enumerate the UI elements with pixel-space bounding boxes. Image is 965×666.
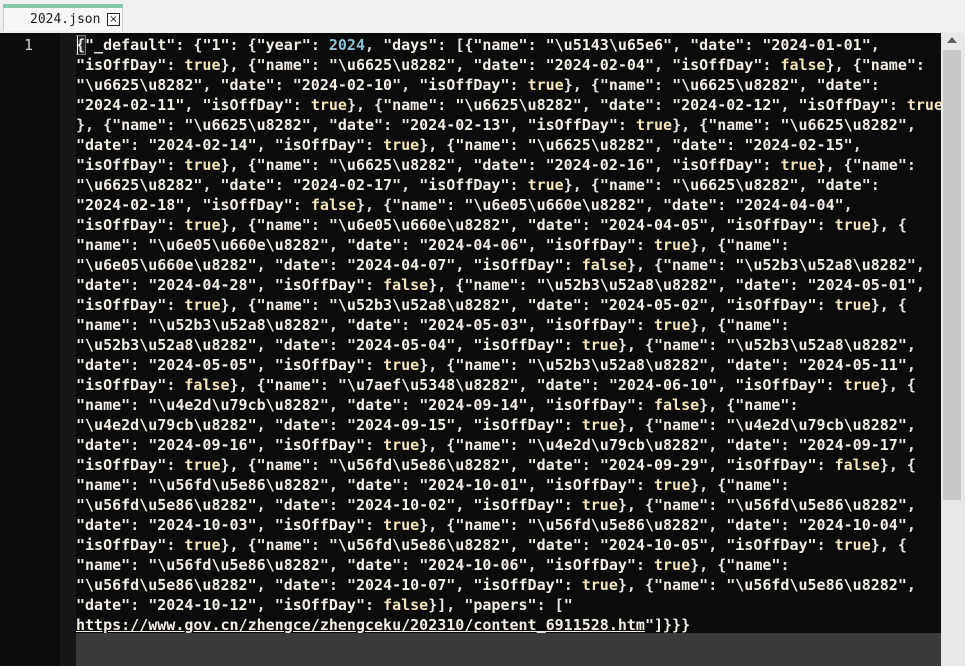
code-line[interactable]: "\u6625\u8282", "date": "2024-02-17", "i… (76, 175, 941, 195)
code-line[interactable]: "isOffDay": true}, {"name": "\u6625\u828… (76, 55, 941, 75)
code-line[interactable]: "isOffDay": true}, {"name": "\u6e05\u660… (76, 215, 941, 235)
code-line[interactable]: {"_default": {"1": {"year": 2024, "days"… (76, 35, 941, 55)
code-line[interactable]: "2024-02-18", "isOffDay": false}, {"name… (76, 195, 941, 215)
close-tab-icon[interactable]: × (107, 13, 120, 26)
fold-margin (60, 33, 76, 666)
code-line[interactable]: "isOffDay": true}, {"name": "\u56fd\u5e8… (76, 535, 941, 555)
code-line[interactable]: "name": "\u52b3\u52a8\u8282", "date": "2… (76, 315, 941, 335)
code-line[interactable]: "\u52b3\u52a8\u8282", "date": "2024-05-0… (76, 335, 941, 355)
code-line[interactable]: "date": "2024-09-16", "isOffDay": true},… (76, 435, 941, 455)
code-line[interactable]: "isOffDay": false}, {"name": "\u7aef\u53… (76, 375, 941, 395)
code-line[interactable]: "name": "\u6e05\u660e\u8282", "date": "2… (76, 235, 941, 255)
code-line[interactable]: https://www.gov.cn/zhengce/zhengceku/202… (76, 615, 941, 633)
code-line[interactable]: "date": "2024-02-14", "isOffDay": true},… (76, 135, 941, 155)
editor-empty-area[interactable] (76, 633, 941, 666)
code-line[interactable]: "isOffDay": true}, {"name": "\u52b3\u52a… (76, 295, 941, 315)
code-line[interactable]: "date": "2024-04-28", "isOffDay": false}… (76, 275, 941, 295)
code-line[interactable]: "\u56fd\u5e86\u8282", "date": "2024-10-0… (76, 495, 941, 515)
text-caret (77, 36, 78, 54)
code-line[interactable]: "name": "\u56fd\u5e86\u8282", "date": "2… (76, 475, 941, 495)
code-line[interactable]: "date": "2024-10-12", "isOffDay": false}… (76, 595, 941, 615)
code-line[interactable]: "\u6e05\u660e\u8282", "date": "2024-04-0… (76, 255, 941, 275)
active-tab-indicator (3, 4, 123, 8)
code-line[interactable]: "name": "\u56fd\u5e86\u8282", "date": "2… (76, 555, 941, 575)
code-line[interactable]: "\u6625\u8282", "date": "2024-02-10", "i… (76, 75, 941, 95)
code-line[interactable]: "\u56fd\u5e86\u8282", "date": "2024-10-0… (76, 575, 941, 595)
scroll-up-arrow-icon[interactable] (947, 37, 957, 43)
code-line[interactable]: "isOffDay": true}, {"name": "\u56fd\u5e8… (76, 455, 941, 475)
line-number: 1 (24, 36, 34, 54)
code-line[interactable]: }, {"name": "\u6625\u8282", "date": "202… (76, 115, 941, 135)
tab-bar: 2024.json × (0, 0, 965, 33)
code-text[interactable]: {"_default": {"1": {"year": 2024, "days"… (76, 35, 941, 633)
scrollbar-thumb[interactable] (943, 50, 961, 500)
code-line[interactable]: "isOffDay": true}, {"name": "\u6625\u828… (76, 155, 941, 175)
tab-2024-json[interactable]: 2024.json × (3, 4, 123, 31)
code-editor[interactable]: {"_default": {"1": {"year": 2024, "days"… (76, 33, 941, 633)
tab-label: 2024.json (30, 12, 101, 27)
code-line[interactable]: "2024-02-11", "isOffDay": true}, {"name"… (76, 95, 941, 115)
code-line[interactable]: "date": "2024-05-05", "isOffDay": true},… (76, 355, 941, 375)
code-line[interactable]: "\u4e2d\u79cb\u8282", "date": "2024-09-1… (76, 415, 941, 435)
code-line[interactable]: "date": "2024-10-03", "isOffDay": true},… (76, 515, 941, 535)
code-line[interactable]: "name": "\u4e2d\u79cb\u8282", "date": "2… (76, 395, 941, 415)
line-number-gutter (0, 33, 60, 666)
